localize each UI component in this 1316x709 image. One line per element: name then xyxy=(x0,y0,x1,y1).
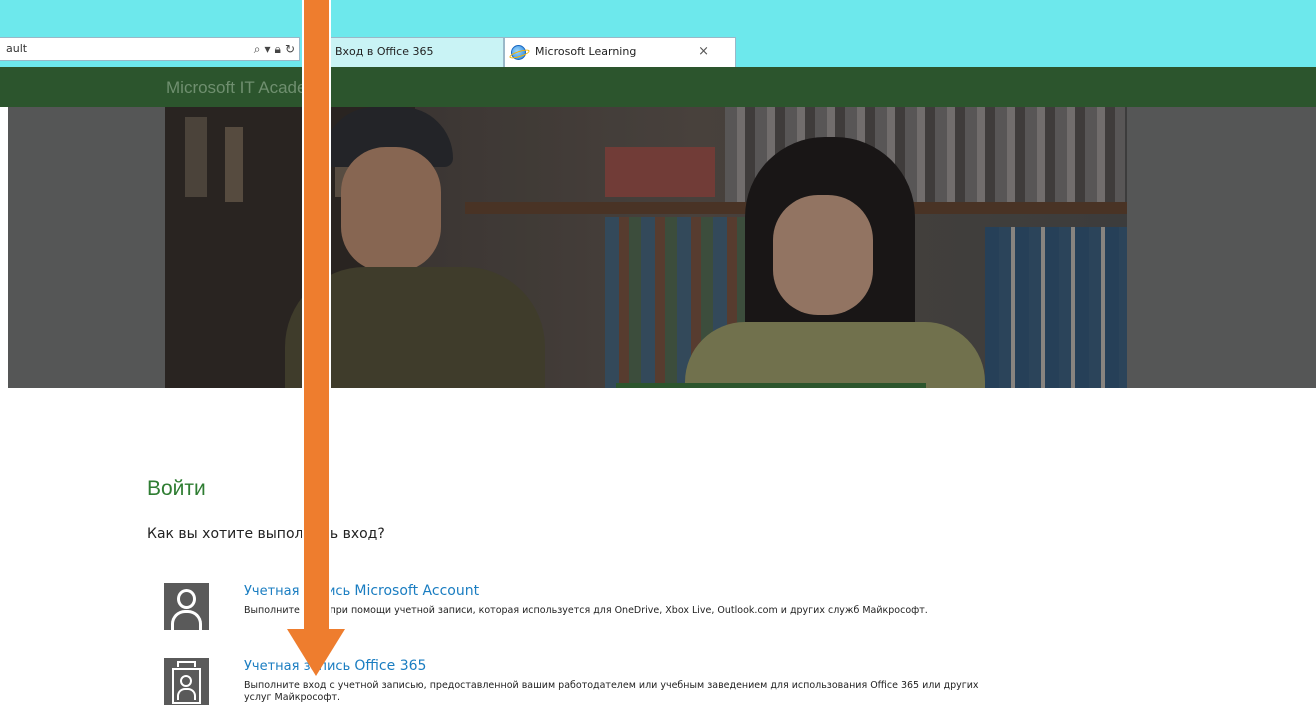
link-prefix: Учетная запись xyxy=(244,584,355,599)
close-tab-icon[interactable]: × xyxy=(698,38,709,66)
tab-office-365-signin[interactable]: Вход в Office 365 xyxy=(304,37,504,67)
internet-explorer-icon xyxy=(511,45,526,60)
annotation-arrow-head xyxy=(287,629,345,676)
lock-icon[interactable]: 🔒︎ xyxy=(275,38,281,60)
option-description: Выполните вход при помощи учетной записи… xyxy=(244,605,928,616)
badge-icon xyxy=(164,658,209,705)
microsoft-account-link[interactable]: Учетная запись Microsoft Account xyxy=(244,583,479,599)
page-title: Войти xyxy=(147,477,206,500)
address-bar-icons: ⌕ ▾ 🔒︎ ↻ xyxy=(254,38,295,60)
tab-microsoft-learning[interactable]: Microsoft Learning × xyxy=(504,37,736,67)
refresh-icon[interactable]: ↻ xyxy=(285,38,295,60)
tab-label: Вход в Office 365 xyxy=(335,45,434,58)
signin-prompt: Как вы хотите выполнить вход? xyxy=(147,526,385,542)
dropdown-icon[interactable]: ▾ xyxy=(265,38,271,60)
address-bar[interactable]: ault ⌕ ▾ 🔒︎ ↻ xyxy=(0,37,300,61)
site-header: Microsoft IT Academy xyxy=(0,67,1316,107)
tab-label: Microsoft Learning xyxy=(535,45,637,58)
option-description: Выполните вход с учетной записью, предос… xyxy=(244,680,979,703)
annotation-arrow-shaft xyxy=(302,0,331,632)
green-accent xyxy=(616,383,926,388)
address-text: ault xyxy=(6,42,28,55)
link-strong: Office 365 xyxy=(354,658,427,674)
person-icon xyxy=(164,583,209,630)
link-strong: Microsoft Account xyxy=(354,583,480,599)
search-icon[interactable]: ⌕ xyxy=(254,38,261,60)
